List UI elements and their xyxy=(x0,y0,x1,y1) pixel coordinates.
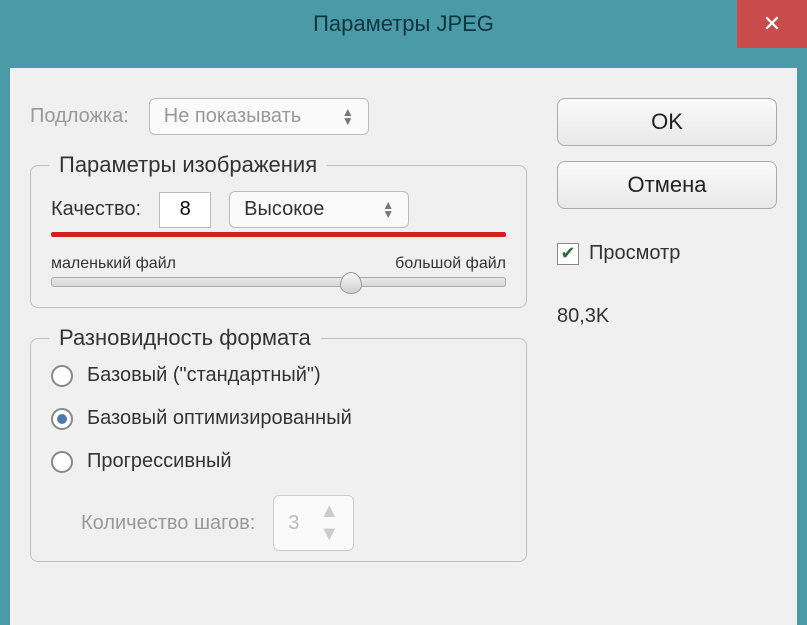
slider-min-label: маленький файл xyxy=(51,255,176,273)
matte-row: Подложка: Не показывать ▲▼ xyxy=(30,98,527,135)
preview-checkbox-row[interactable]: ✔ Просмотр xyxy=(557,242,777,265)
ok-button[interactable]: OK xyxy=(557,98,777,146)
left-column: Подложка: Не показывать ▲▼ Параметры изо… xyxy=(30,98,527,605)
updown-icon: ▲▼ xyxy=(382,201,394,218)
quality-input[interactable] xyxy=(159,192,211,228)
radio-baseline-optimized[interactable]: Базовый оптимизированный xyxy=(51,407,506,430)
checkbox-icon: ✔ xyxy=(557,243,579,265)
quality-slider[interactable] xyxy=(51,277,506,287)
titlebar: Параметры JPEG ✕ xyxy=(0,0,807,48)
format-options-group: Разновидность формата Базовый ("стандарт… xyxy=(30,338,527,562)
cancel-button[interactable]: Отмена xyxy=(557,161,777,209)
matte-select-value: Не показывать xyxy=(164,105,301,128)
dialog-content: Подложка: Не показывать ▲▼ Параметры изо… xyxy=(10,68,797,625)
image-options-group: Параметры изображения Качество: Высокое … xyxy=(30,165,527,308)
radio-progressive[interactable]: Прогрессивный xyxy=(51,450,506,473)
radio-label: Прогрессивный xyxy=(87,450,232,473)
radio-icon xyxy=(51,365,73,387)
radio-icon xyxy=(51,451,73,473)
slider-labels: маленький файл большой файл xyxy=(51,255,506,273)
radio-icon xyxy=(51,408,73,430)
scans-label: Количество шагов: xyxy=(81,512,255,535)
slider-thumb[interactable] xyxy=(340,272,362,294)
highlight-underline xyxy=(51,232,506,237)
radio-label: Базовый ("стандартный") xyxy=(87,364,321,387)
radio-label: Базовый оптимизированный xyxy=(87,407,352,430)
filesize-text: 80,3K xyxy=(557,305,777,328)
slider-max-label: большой файл xyxy=(395,255,506,273)
updown-icon: ▲▼ xyxy=(342,108,354,125)
image-options-legend: Параметры изображения xyxy=(49,152,327,178)
quality-preset-value: Высокое xyxy=(244,198,324,221)
scans-select: 3 ▲▼ xyxy=(273,495,354,551)
scans-value: 3 xyxy=(288,512,299,535)
format-radio-group: Базовый ("стандартный") Базовый оптимизи… xyxy=(51,364,506,473)
window-title: Параметры JPEG xyxy=(313,11,494,37)
radio-baseline-standard[interactable]: Базовый ("стандартный") xyxy=(51,364,506,387)
matte-select[interactable]: Не показывать ▲▼ xyxy=(149,98,369,135)
close-button[interactable]: ✕ xyxy=(737,0,807,48)
quality-label: Качество: xyxy=(51,198,141,221)
close-icon: ✕ xyxy=(763,11,781,37)
matte-label: Подложка: xyxy=(30,105,129,128)
updown-icon: ▲▼ xyxy=(319,500,339,546)
preview-label: Просмотр xyxy=(589,242,680,265)
scans-row: Количество шагов: 3 ▲▼ xyxy=(51,495,506,551)
format-options-legend: Разновидность формата xyxy=(49,325,321,351)
right-column: OK Отмена ✔ Просмотр 80,3K xyxy=(557,98,777,605)
quality-preset-select[interactable]: Высокое ▲▼ xyxy=(229,191,409,228)
jpeg-options-dialog: Параметры JPEG ✕ Подложка: Не показывать… xyxy=(0,0,807,625)
quality-row: Качество: Высокое ▲▼ xyxy=(51,191,506,228)
